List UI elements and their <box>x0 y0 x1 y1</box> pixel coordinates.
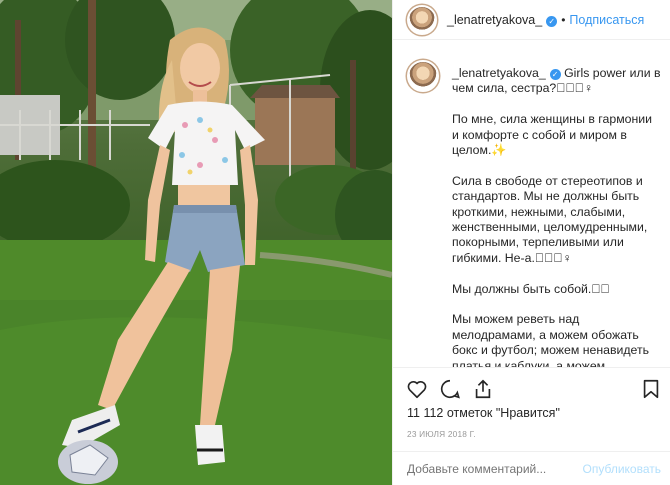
avatar[interactable] <box>407 4 437 35</box>
caption-paragraph-2: По мне, сила женщины в гармонии и комфор… <box>452 112 653 158</box>
heart-icon[interactable] <box>406 378 428 400</box>
post-photo[interactable] <box>0 0 392 485</box>
caption-paragraph-3: Сила в свободе от стереотипов и стандарт… <box>452 173 648 265</box>
photo-illustration <box>0 0 392 485</box>
post-side-panel: _lenatretyakova_ ✓ • Подписаться _lenatrety… <box>392 0 670 485</box>
action-bar <box>393 367 670 409</box>
header-username[interactable]: _lenatretyakova_ <box>447 13 542 27</box>
header-user: _lenatretyakova_ ✓ • Подписаться <box>447 13 644 27</box>
follow-button[interactable]: Подписаться <box>569 13 644 27</box>
caption-username[interactable]: _lenatretyakova_ <box>452 66 546 80</box>
caption-row: _lenatretyakova_ ✓ Girls power или в чем … <box>407 60 661 367</box>
caption-area[interactable]: _lenatretyakova_ ✓ Girls power или в чем … <box>393 41 670 367</box>
separator-dot: • <box>561 12 566 27</box>
caption-paragraph-4: Мы должны быть собой.🏻🏻 <box>452 281 610 296</box>
verified-icon: ✓ <box>549 69 561 80</box>
instagram-post: _lenatretyakova_ ✓ • Подписаться _lenatrety… <box>0 0 670 485</box>
share-icon[interactable] <box>472 378 494 400</box>
comment-icon[interactable] <box>439 378 461 400</box>
caption-paragraph-5: Мы можем реветь над мелодрамами, а можем… <box>452 312 650 367</box>
caption-text: _lenatretyakova_ ✓ Girls power или в чем … <box>452 66 661 367</box>
post-date[interactable]: 23 ИЮЛЯ 2018 Г. <box>407 429 476 439</box>
comment-input[interactable] <box>407 461 583 476</box>
caption-paragraph-1: _lenatretyakova_ ✓ Girls power или в чем … <box>452 66 661 97</box>
verified-icon: ✓ <box>546 15 558 27</box>
caption-avatar[interactable] <box>407 60 439 92</box>
publish-button[interactable]: Опубликовать <box>583 462 661 476</box>
likes-count[interactable]: 11 112 отметок "Нравится" <box>407 406 560 420</box>
bookmark-icon[interactable] <box>640 378 662 400</box>
comment-bar: Опубликовать <box>393 451 670 485</box>
post-header: _lenatretyakova_ ✓ • Подписаться <box>393 0 670 40</box>
